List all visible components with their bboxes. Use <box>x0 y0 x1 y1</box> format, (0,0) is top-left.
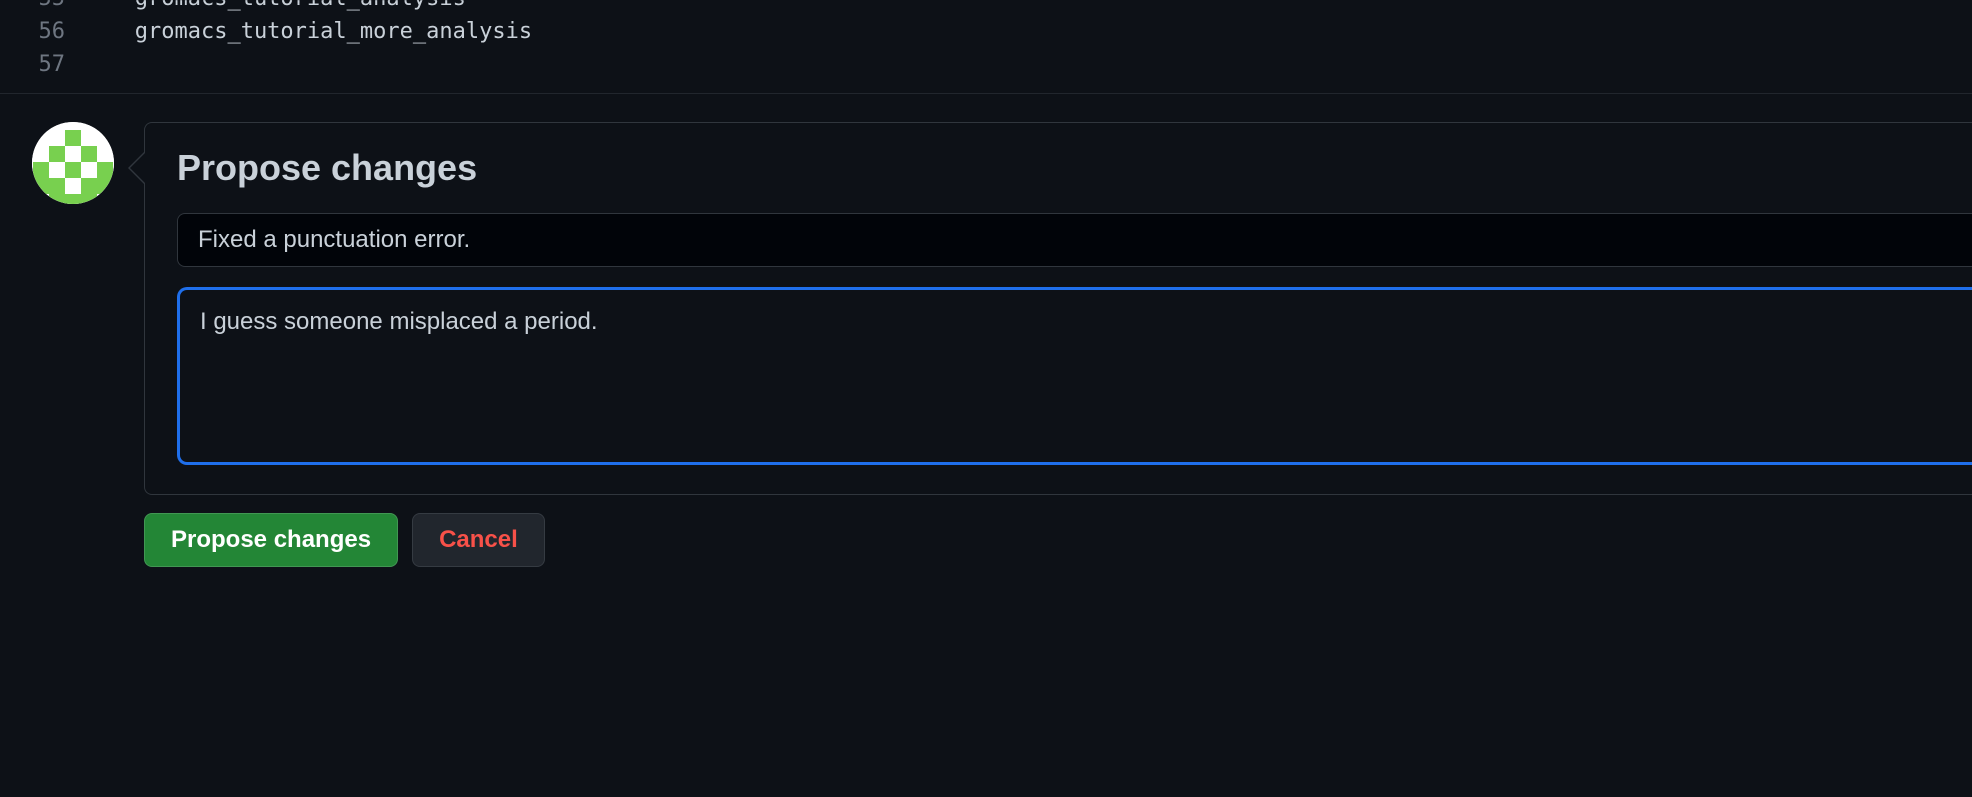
comment-box: Propose changes <box>144 122 1972 495</box>
code-line: 55 gromacs_tutorial_analysis <box>0 0 1972 15</box>
code-line: 56 gromacs_tutorial_more_analysis <box>0 15 1972 48</box>
code-content: gromacs_tutorial_more_analysis <box>95 15 532 48</box>
code-line: 57 <box>0 48 1972 81</box>
propose-changes-button[interactable]: Propose changes <box>144 513 398 567</box>
propose-heading: Propose changes <box>177 147 1972 189</box>
avatar[interactable] <box>32 122 114 204</box>
line-number: 55 <box>0 0 95 15</box>
code-editor: 55 gromacs_tutorial_analysis 56 gromacs_… <box>0 0 1972 93</box>
commit-title-input[interactable] <box>177 213 1972 267</box>
cancel-button[interactable]: Cancel <box>412 513 545 567</box>
propose-changes-section: Propose changes <box>0 94 1972 495</box>
avatar-identicon-icon <box>32 122 114 204</box>
action-buttons: Propose changes Cancel <box>0 495 1972 567</box>
line-number: 56 <box>0 15 95 48</box>
line-number: 57 <box>0 48 95 81</box>
commit-description-input[interactable] <box>177 287 1972 465</box>
code-content: gromacs_tutorial_analysis <box>95 0 466 15</box>
